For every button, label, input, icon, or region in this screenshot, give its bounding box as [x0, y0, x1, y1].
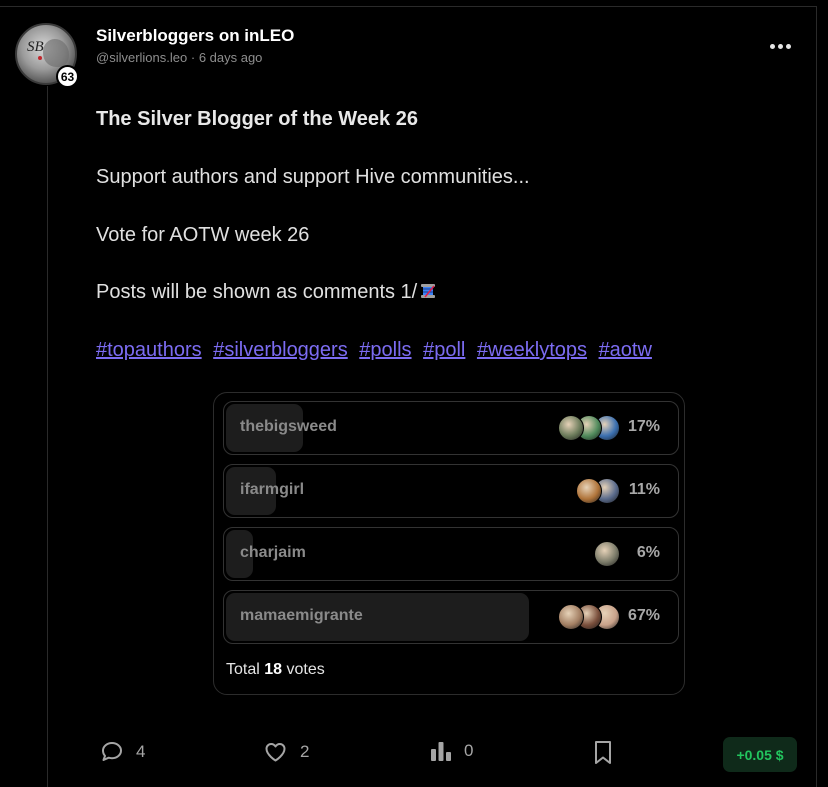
bar-chart-icon: [431, 742, 451, 761]
thread-spool-icon: [421, 284, 436, 298]
like-button[interactable]: 2: [263, 740, 309, 764]
dot-icon: [777, 43, 783, 49]
views-button[interactable]: 0: [430, 740, 473, 762]
poll-option-percent: 17%: [627, 418, 660, 435]
dot-icon: [769, 43, 775, 49]
heart-icon: [265, 743, 286, 762]
post-text-line: Posts will be shown as comments 1/: [96, 281, 437, 304]
poll-option-ifarmgirl[interactable]: ifarmgirl 11%: [223, 464, 679, 518]
hashtag-polls[interactable]: #polls: [359, 339, 411, 361]
poll-total-prefix: Total: [226, 661, 260, 678]
post-text-line-content: Posts will be shown as comments 1/: [96, 281, 418, 303]
poll-total-suffix: votes: [286, 661, 325, 678]
bookmark-button[interactable]: [593, 740, 613, 765]
author-handle[interactable]: @silverlions.leo: [96, 50, 187, 65]
poll-total: Total 18 votes: [226, 661, 325, 679]
poll-option-percent: 11%: [628, 481, 660, 498]
poll-option-label: ifarmgirl: [240, 481, 305, 498]
poll-option-percent: 6%: [636, 544, 660, 561]
poll-option-percent: 67%: [627, 607, 660, 624]
frame-top-border: [0, 6, 817, 7]
post-title: The Silver Blogger of the Week 26: [96, 108, 418, 130]
views-count: 0: [464, 741, 474, 760]
hashtag-aotw[interactable]: #aotw: [599, 339, 652, 361]
hashtag-poll[interactable]: #poll: [423, 339, 465, 361]
author-meta: @silverlions.leo · 6 days ago: [96, 50, 262, 65]
frame-right-border: [816, 6, 817, 787]
avatar-accent-dot: [38, 56, 42, 60]
bookmark-icon: [595, 741, 611, 764]
more-options-button[interactable]: [766, 36, 794, 56]
voter-avatar[interactable]: [594, 541, 620, 567]
author-name[interactable]: Silverbloggers on inLEO: [96, 26, 294, 46]
avatar-monogram: SB: [27, 39, 44, 55]
hashtag-list: #topauthors #silverbloggers #polls #poll…: [96, 339, 658, 362]
voter-avatar[interactable]: [576, 478, 602, 504]
poll-option-thebigsweed[interactable]: thebigsweed 17%: [223, 401, 679, 455]
poll-total-count: 18: [264, 661, 283, 678]
poll-option-charjaim[interactable]: charjaim 6%: [223, 527, 679, 581]
voter-avatar[interactable]: [558, 415, 584, 441]
hashtag-topauthors[interactable]: #topauthors: [96, 339, 202, 361]
reputation-badge: 63: [56, 65, 79, 88]
meta-separator: ·: [190, 50, 199, 65]
comment-count: 4: [136, 742, 146, 761]
comment-button[interactable]: 4: [100, 740, 145, 764]
comment-icon: [102, 742, 122, 761]
post-text-line: Support authors and support Hive communi…: [96, 166, 530, 188]
thread-line: [47, 86, 48, 787]
earnings-badge[interactable]: +0.05 $: [723, 737, 797, 772]
post-time: 6 days ago: [198, 50, 263, 65]
hashtag-silverbloggers[interactable]: #silverbloggers: [213, 339, 348, 361]
dot-icon: [785, 43, 791, 49]
poll-option-label: charjaim: [240, 544, 306, 561]
like-count: 2: [300, 742, 310, 761]
poll: thebigsweed 17% ifarmgirl 11% charjaim 6…: [213, 392, 685, 695]
hashtag-weeklytops[interactable]: #weeklytops: [477, 339, 587, 361]
poll-option-label: thebigsweed: [240, 418, 337, 435]
poll-option-label: mamaemigrante: [240, 607, 363, 624]
voter-avatar[interactable]: [558, 604, 584, 630]
post-text-line: Vote for AOTW week 26: [96, 224, 310, 246]
lion-emblem-icon: [43, 39, 69, 67]
poll-option-mamaemigrante[interactable]: mamaemigrante 67%: [223, 590, 679, 644]
